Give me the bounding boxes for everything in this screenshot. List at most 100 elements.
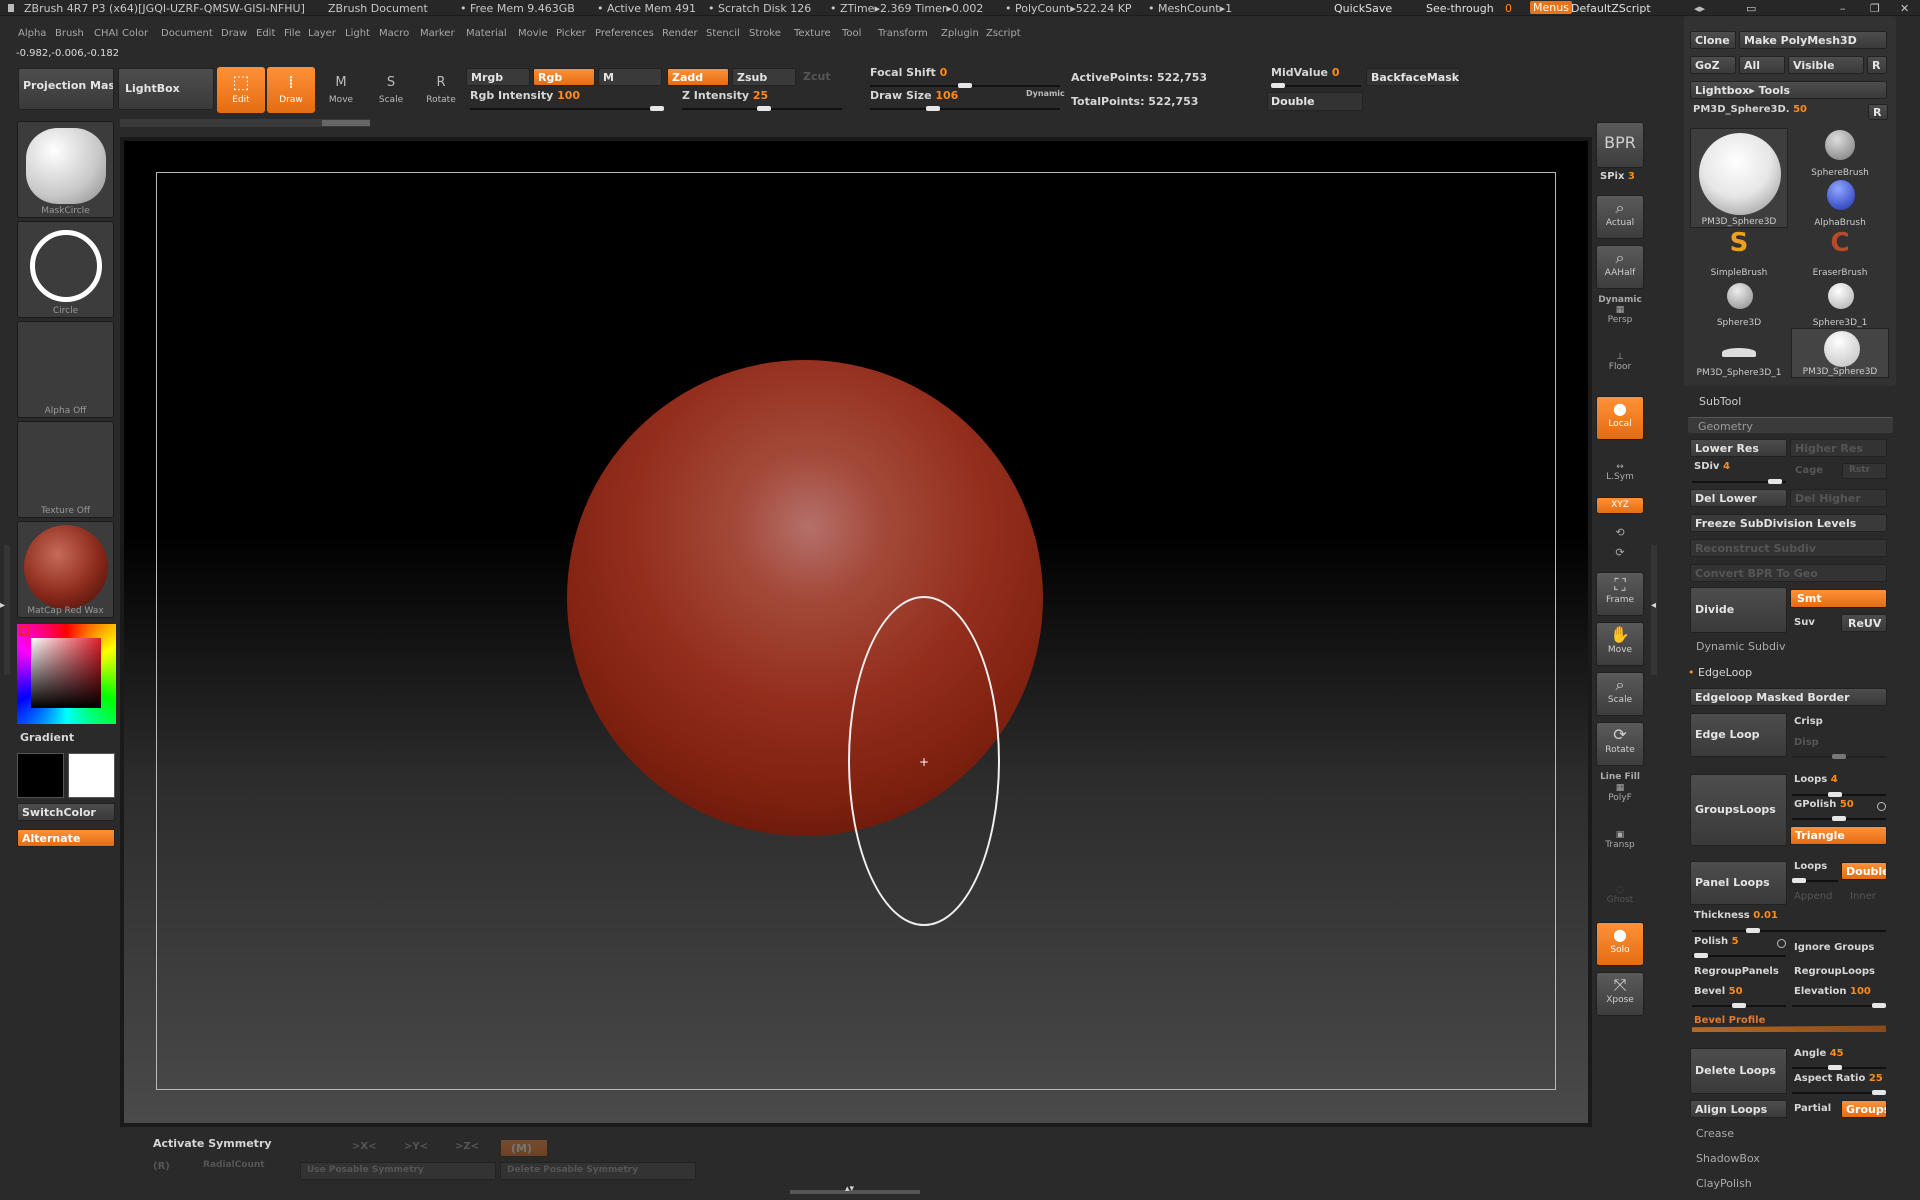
menu-layer[interactable]: Layer xyxy=(308,28,336,39)
main-color-swatch[interactable] xyxy=(17,753,64,798)
suv-button[interactable]: Suv xyxy=(1794,617,1815,628)
aspect-ratio-track[interactable] xyxy=(1792,1090,1886,1095)
rotate-view-button[interactable]: ⟳ Rotate xyxy=(1596,722,1644,766)
rgb-intensity-slider[interactable]: Rgb Intensity 100 xyxy=(470,89,580,102)
lightbox-button[interactable]: LightBox xyxy=(118,68,214,110)
minimize-icon[interactable]: – xyxy=(1840,2,1846,15)
menu-material[interactable]: Material xyxy=(466,28,507,39)
inner-button[interactable]: Inner xyxy=(1850,891,1876,902)
alternate-button[interactable]: Alternate xyxy=(17,829,115,847)
rgb-button[interactable]: Rgb xyxy=(533,68,595,86)
reuv-button[interactable]: ReUV xyxy=(1841,614,1887,632)
draw-size-slider[interactable]: Draw Size 106 xyxy=(870,89,958,102)
tool-thumb-pm3d-sphere3d-1[interactable]: PM3D_Sphere3D_1 xyxy=(1690,328,1788,378)
menu-brush[interactable]: Brush xyxy=(55,28,84,39)
regroup-loops-button[interactable]: RegroupLoops xyxy=(1794,966,1875,977)
loops-track[interactable] xyxy=(1792,792,1886,797)
zcut-button[interactable]: Zcut xyxy=(799,68,849,86)
m-button[interactable]: M xyxy=(598,68,662,86)
z-intensity-slider[interactable]: Z Intensity 25 xyxy=(682,89,768,102)
focal-shift-track[interactable] xyxy=(870,83,1060,88)
texture-off-thumb[interactable]: Texture Off xyxy=(17,421,114,518)
symmetry-z-button[interactable]: >Z< xyxy=(455,1141,479,1152)
sdiv-slider[interactable]: SDiv 4 xyxy=(1694,461,1730,472)
move-view-button[interactable]: ✋ Move xyxy=(1596,622,1644,666)
actual-button[interactable]: ⌕ Actual xyxy=(1596,195,1644,239)
right-dock-arrow-icon[interactable]: ◂ xyxy=(1651,600,1656,611)
tool-thumb-sphere3d-1[interactable]: Sphere3D_1 xyxy=(1791,278,1889,328)
menu-zscript[interactable]: Zscript xyxy=(986,28,1021,39)
subtool-section[interactable]: SubTool xyxy=(1699,395,1741,408)
double-loops-button[interactable]: Double xyxy=(1841,862,1887,880)
symmetry-x-button[interactable]: >X< xyxy=(352,1141,376,1152)
draw-mode-button[interactable]: ⁞ Draw xyxy=(267,67,315,113)
panel-loops-button[interactable]: Panel Loops xyxy=(1690,861,1787,905)
local-button[interactable]: ● Local xyxy=(1596,396,1644,440)
midvalue-track[interactable] xyxy=(1271,83,1361,88)
menu-document[interactable]: Document xyxy=(161,28,213,39)
menu-texture[interactable]: Texture xyxy=(794,28,831,39)
thickness-slider[interactable]: Thickness 0.01 xyxy=(1694,910,1778,921)
floor-button[interactable]: ⊥ Floor xyxy=(1596,352,1644,382)
bpr-render-button[interactable]: BPR xyxy=(1596,122,1644,168)
triangle-button[interactable]: Triangle xyxy=(1790,826,1887,845)
make-polymesh3d-button[interactable]: Make PolyMesh3D xyxy=(1739,31,1887,49)
panel-loops-track[interactable] xyxy=(1792,878,1838,883)
menu-zplugin[interactable]: Zplugin xyxy=(941,28,979,39)
xyz-button[interactable]: XYZ xyxy=(1596,497,1644,514)
midvalue-slider[interactable]: MidValue 0 xyxy=(1271,66,1340,79)
gpolish-circle-icon[interactable] xyxy=(1877,802,1886,811)
scale-view-button[interactable]: ⌕ Scale xyxy=(1596,672,1644,716)
polyf-button[interactable]: ▦ PolyF xyxy=(1596,783,1644,811)
elevation-track[interactable] xyxy=(1792,1003,1886,1008)
divide-button[interactable]: Divide xyxy=(1690,587,1787,633)
geometry-section-header[interactable]: Geometry xyxy=(1688,417,1893,433)
ignore-groups-button[interactable]: Ignore Groups xyxy=(1794,942,1874,953)
menu-render[interactable]: Render xyxy=(662,28,698,39)
tool-thumb-alphabrush[interactable]: AlphaBrush xyxy=(1791,178,1889,228)
projection-master-button[interactable]: Projection Master xyxy=(18,68,114,110)
tool-thumb-spherebrush[interactable]: SphereBrush xyxy=(1791,128,1889,178)
menu-movie[interactable]: Movie xyxy=(518,28,548,39)
del-lower-button[interactable]: Del Lower xyxy=(1690,489,1787,507)
symmetry-m-button[interactable]: (M) xyxy=(500,1139,548,1157)
reconstruct-subdiv-button[interactable]: Reconstruct Subdiv xyxy=(1690,539,1887,557)
use-posable-symmetry-button[interactable]: Use Posable Symmetry xyxy=(300,1162,496,1180)
loops-slider[interactable]: Loops 4 xyxy=(1794,774,1838,785)
symmetry-r-button[interactable]: (R) xyxy=(153,1161,170,1172)
tool-thumb-pm3d-sphere3d[interactable]: PM3D_Sphere3D xyxy=(1690,128,1788,228)
sdiv-track[interactable] xyxy=(1692,479,1786,484)
align-loops-button[interactable]: Align Loops xyxy=(1690,1100,1787,1118)
menu-stencil[interactable]: Stencil xyxy=(706,28,740,39)
secondary-color-swatch[interactable] xyxy=(19,626,29,636)
alpha-off-thumb[interactable]: Alpha Off xyxy=(17,321,114,418)
bottom-dock-arrow-icon[interactable]: ▴▾ xyxy=(845,1184,854,1194)
transp-button[interactable]: ▣ Transp xyxy=(1596,830,1644,850)
current-tool-slider[interactable]: PM3D_Sphere3D. 50 xyxy=(1693,104,1807,115)
visible-button[interactable]: Visible xyxy=(1788,56,1864,74)
symmetry-y-button[interactable]: >Y< xyxy=(404,1141,428,1152)
elevation-slider[interactable]: Elevation 100 xyxy=(1794,986,1871,997)
gradient-label[interactable]: Gradient xyxy=(20,731,74,744)
color-picker[interactable] xyxy=(17,624,116,724)
lightbox-tools-button[interactable]: Lightbox▸ Tools xyxy=(1690,81,1887,99)
rotate-y-icon[interactable]: ⟲ xyxy=(1596,526,1644,539)
freeze-subdivision-button[interactable]: Freeze SubDivision Levels xyxy=(1690,514,1887,532)
rotate-mode-button[interactable]: R Rotate xyxy=(417,67,465,113)
left-dock-arrow-icon[interactable]: ▸ xyxy=(0,600,5,611)
bevel-profile-label[interactable]: Bevel Profile xyxy=(1694,1015,1765,1026)
panel-loops-slider[interactable]: Loops xyxy=(1794,861,1827,872)
polish-slider[interactable]: Polish 5 xyxy=(1694,936,1739,947)
menu-chai[interactable]: CHAI xyxy=(94,28,118,39)
edit-mode-button[interactable]: ⬚ Edit xyxy=(217,67,265,113)
material-thumb[interactable]: MatCap Red Wax xyxy=(17,521,114,618)
higher-res-button[interactable]: Higher Res xyxy=(1790,439,1887,457)
menu-picker[interactable]: Picker xyxy=(556,28,586,39)
convert-bpr-button[interactable]: Convert BPR To Geo xyxy=(1690,564,1887,582)
tool-thumb-simplebrush[interactable]: S SimpleBrush xyxy=(1690,228,1788,278)
cage-button[interactable]: Cage xyxy=(1795,465,1823,476)
alpha-circle-thumb[interactable]: Circle xyxy=(17,221,114,318)
menu-marker[interactable]: Marker xyxy=(420,28,455,39)
partial-button[interactable]: Partial xyxy=(1794,1103,1831,1114)
delete-posable-symmetry-button[interactable]: Delete Posable Symmetry xyxy=(500,1162,696,1180)
